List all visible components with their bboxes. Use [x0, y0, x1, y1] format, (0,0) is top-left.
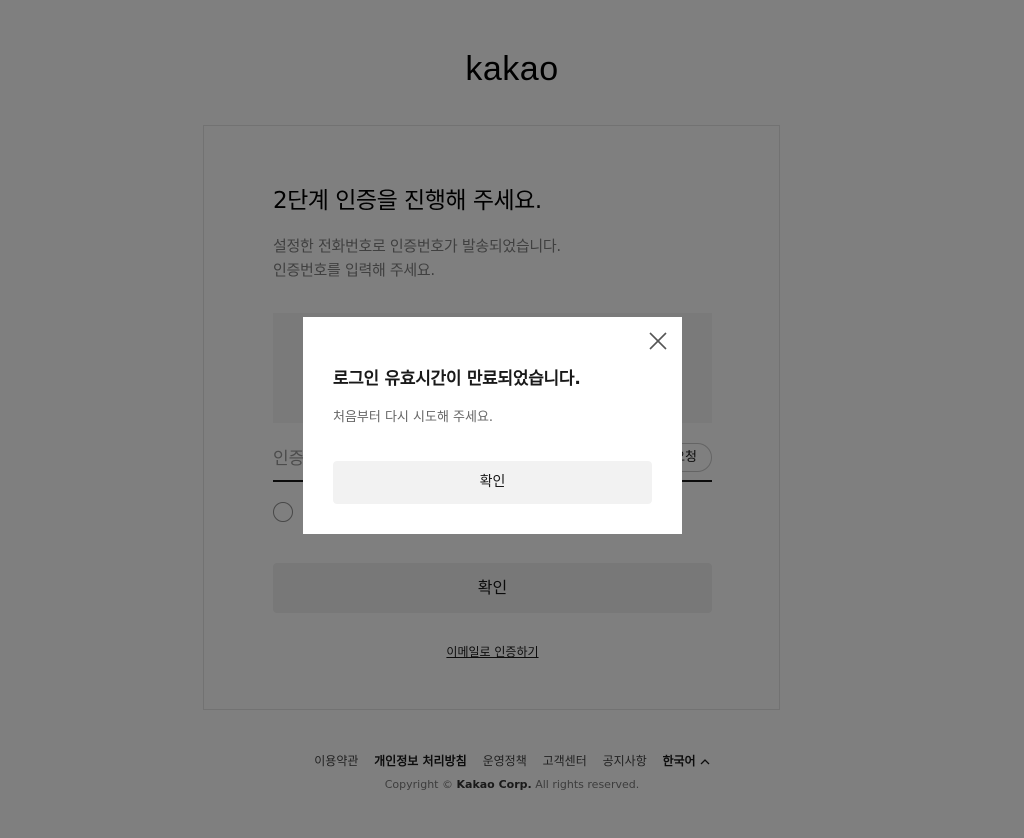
dialog-title: 로그인 유효시간이 만료되었습니다.: [333, 369, 581, 389]
session-expired-dialog: 로그인 유효시간이 만료되었습니다. 처음부터 다시 시도해 주세요. 확인: [303, 317, 682, 534]
close-icon[interactable]: [648, 331, 668, 351]
dialog-confirm-button[interactable]: 확인: [333, 461, 652, 504]
dialog-description: 처음부터 다시 시도해 주세요.: [333, 410, 494, 425]
